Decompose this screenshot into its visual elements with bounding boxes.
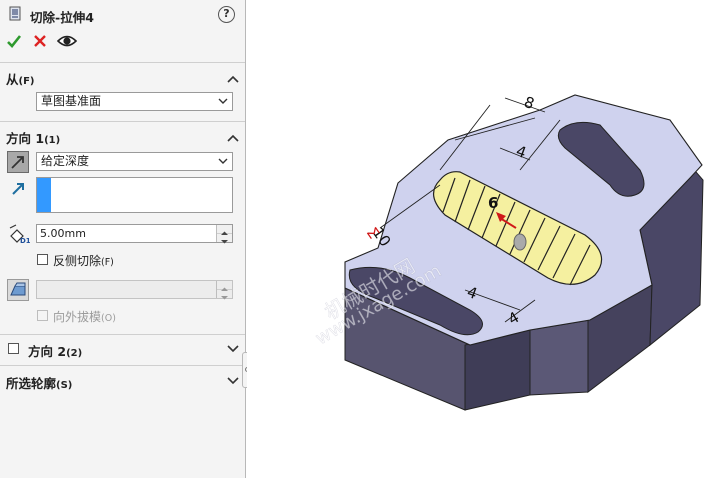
svg-text:D1: D1	[20, 237, 30, 244]
from-section-header[interactable]: 从(F)	[6, 69, 35, 88]
direction1-section-header[interactable]: 方向 1(1)	[6, 128, 60, 147]
spin-up-icon	[221, 287, 228, 291]
selected-contours-header[interactable]: 所选轮廓(S)	[6, 373, 72, 392]
depth-input[interactable]: 5.00mm	[36, 224, 233, 244]
flip-side-checkbox[interactable]	[37, 254, 48, 265]
flip-side-text: 反侧切除	[53, 254, 102, 268]
selection-accent-bar	[37, 178, 51, 212]
chevron-up-icon[interactable]	[226, 132, 240, 142]
part-front-face	[529, 319, 591, 396]
graphics-viewport[interactable]: 8 4 10 6 4 4 Σ 机械时代网 www.jxage.com	[247, 0, 720, 478]
flip-side-label: 反侧切除(F)	[53, 252, 114, 269]
chevron-down-icon	[218, 158, 228, 164]
spin-down-icon	[221, 240, 228, 244]
chevron-down-icon	[218, 98, 228, 104]
help-icon[interactable]: ?	[218, 6, 235, 23]
ok-check-icon[interactable]	[6, 33, 22, 49]
divider	[0, 62, 245, 63]
model-view[interactable]: 8 4 10 6 4 4 Σ 机械时代网 www.jxage.com	[247, 0, 720, 478]
direction2-section-header[interactable]: 方向 2(2)	[28, 341, 82, 360]
direction-vector-icon	[10, 181, 26, 197]
depth-spinner[interactable]	[216, 225, 232, 244]
spin-down-icon	[221, 296, 228, 300]
selected-contours-shortcut: (S)	[56, 380, 73, 391]
reverse-direction-button[interactable]	[7, 151, 29, 173]
chevron-down-icon[interactable]	[226, 343, 240, 353]
feature-icon	[8, 6, 24, 22]
depth-icon: D1	[8, 224, 31, 245]
from-label: 从	[6, 72, 19, 87]
flip-side-shortcut: (F)	[101, 257, 114, 268]
dimension-label[interactable]: 6	[488, 194, 498, 212]
from-value: 草图基准面	[41, 94, 102, 108]
chevron-up-icon[interactable]	[226, 73, 240, 83]
dimension-label[interactable]: 8	[522, 93, 537, 113]
end-condition-select[interactable]: 给定深度	[36, 152, 233, 171]
feature-title: 切除-拉伸4	[30, 10, 94, 25]
direction1-shortcut: (1)	[44, 135, 61, 146]
from-select[interactable]: 草图基准面	[36, 92, 233, 111]
divider	[0, 334, 245, 335]
draft-icon	[10, 282, 26, 296]
direction2-label: 方向 2	[28, 344, 67, 359]
direction-selection-box[interactable]	[36, 177, 233, 213]
cancel-close-icon[interactable]	[33, 34, 47, 48]
draft-toggle-button[interactable]	[7, 279, 29, 301]
end-condition-value: 给定深度	[41, 154, 90, 168]
direction2-checkbox[interactable]	[8, 343, 19, 354]
selected-contours-label: 所选轮廓	[6, 376, 57, 391]
draft-angle-spinner	[216, 281, 232, 300]
from-shortcut: (F)	[18, 76, 35, 87]
divider	[0, 365, 245, 366]
chevron-down-icon[interactable]	[226, 375, 240, 385]
draft-outward-shortcut: (O)	[101, 313, 116, 324]
draft-outward-label: 向外拔模(O)	[53, 308, 116, 325]
draft-angle-input	[36, 280, 233, 300]
reverse-direction-icon	[11, 156, 24, 169]
spin-up-icon	[221, 231, 228, 235]
divider	[0, 121, 245, 122]
direction2-shortcut: (2)	[66, 348, 83, 359]
preview-eye-icon[interactable]	[56, 34, 78, 48]
draft-outward-text: 向外拔模	[53, 310, 102, 324]
direction1-label: 方向 1	[6, 131, 45, 146]
depth-value: 5.00mm	[40, 227, 86, 240]
draft-outward-checkbox	[37, 310, 48, 321]
property-manager-panel: 切除-拉伸4 ? 从(F) 草图基准面 方向 1(1) 给定深度 D1 5.00…	[0, 0, 246, 478]
